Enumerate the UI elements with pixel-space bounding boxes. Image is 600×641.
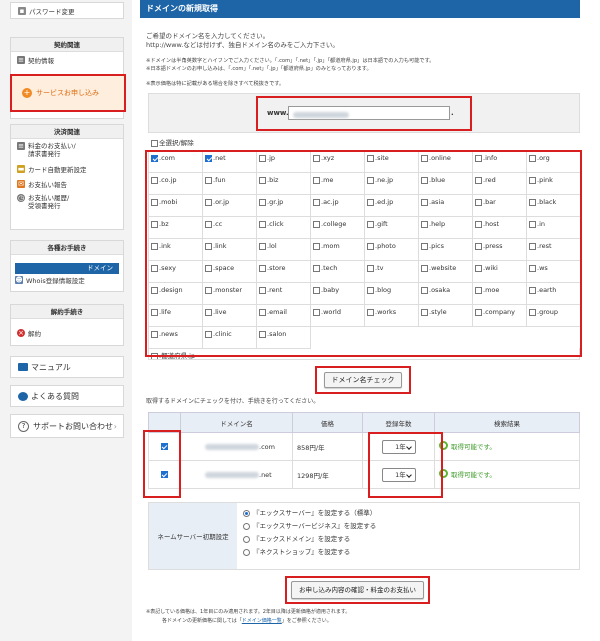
status-badge: 取得可能です。 — [439, 469, 496, 479]
sidebar-item-password-change[interactable]: ▪ パスワード変更 — [10, 2, 124, 19]
instruction-text: 取得するドメインにチェックを付け、手続きを行ってください。 — [146, 398, 320, 405]
nameserver-label: ネームサーバー初期設定 — [149, 503, 237, 569]
domain-cell: .com — [180, 432, 293, 461]
sidebar-item-service-apply[interactable]: + サービスお申し込み — [10, 74, 126, 112]
option-label: 『ネクストショップ』を設定する — [253, 548, 351, 556]
users-icon: ☻ — [15, 276, 23, 284]
redacted-text — [293, 112, 349, 118]
radio-button[interactable] — [243, 522, 250, 530]
note-1: ※ドメインは半角英数字とハイフンでご入力ください。「.com」「.net」「.j… — [146, 58, 435, 64]
sidebar-item-domain[interactable]: ドメイン — [15, 263, 119, 274]
invoice-icon: ≡ — [17, 142, 25, 150]
nameserver-panel: ネームサーバー初期設定 『エックスサーバー』を設定する（標準） 『エックスサーバー… — [148, 502, 580, 570]
price-cell: 1298円/年 — [292, 460, 363, 489]
domain-check-button[interactable]: ドメイン名チェック — [324, 372, 402, 388]
sidebar-item-payment-report[interactable]: ✉ お支払い報告 — [11, 176, 123, 191]
book-icon — [18, 363, 28, 371]
plus-icon: + — [22, 88, 32, 98]
footnote-1: ※表記している価格は、1年目にのみ適用されます。2年目以降は更新価格が適用されま… — [146, 609, 351, 615]
cancel-box: 解約手続き × 解約 — [10, 304, 124, 346]
sidebar: ▪ パスワード変更 契約関連 ≡ 契約情報 + サービスお申し込み 決済関連 ≡… — [0, 0, 132, 641]
nameserver-option[interactable]: 『エックスサーバービジネス』を設定する — [237, 520, 376, 533]
redacted-text — [205, 471, 259, 478]
price-cell: 858円/年 — [292, 432, 363, 461]
sidebar-item-cancel[interactable]: × 解約 — [11, 325, 123, 340]
tld-highlight — [145, 150, 582, 357]
price-list-link[interactable]: ドメイン価格一覧 — [242, 618, 282, 624]
note-2: ※日本語ドメインのお申し込みは、「.com」「.net」「.jp」「都道府県.j… — [146, 66, 372, 72]
select-all-toggle[interactable]: 全選択/解除 — [151, 137, 194, 147]
nameserver-options: 『エックスサーバー』を設定する（標準） 『エックスサーバービジネス』を設定する 『エ… — [237, 507, 376, 559]
main-content: ドメインの新規取得 ご希望のドメイン名を入力してください。 http://www… — [140, 0, 582, 641]
years-highlight — [368, 432, 443, 498]
page-title: ドメインの新規取得 — [140, 0, 580, 18]
col-domain: ドメイン名 — [180, 412, 293, 433]
col-price: 価格 — [292, 412, 363, 433]
option-label: 『エックスドメイン』を設定する — [253, 535, 351, 543]
payment-box: 決済関連 ≡ 料金のお支払い/ 請求書発行 ▬ カード自動更新設定 ✉ お支払い… — [10, 124, 124, 230]
report-icon: ✉ — [17, 179, 25, 188]
lock-icon: ▪ — [18, 6, 26, 15]
sidebar-item-contract-info[interactable]: ≡ 契約情報 — [11, 52, 123, 67]
submit-payment-button[interactable]: お申し込み内容の確認・料金のお支払い — [291, 581, 424, 599]
chevron-right-icon: › — [113, 421, 117, 431]
domain-name-input[interactable] — [288, 106, 450, 120]
radio-button[interactable] — [243, 535, 250, 543]
procedures-header: 各種お手続き — [11, 241, 123, 255]
domain-cell: .net — [180, 460, 293, 489]
note-3: ※表示価格は特に記載がある場合を除きすべて税抜きです。 — [146, 81, 285, 87]
table-row: .com 858円/年 1年 取得可能です。 — [148, 432, 580, 461]
sidebar-item-fee-payment[interactable]: ≡ 料金のお支払い/ 請求書発行 — [11, 139, 123, 161]
contract-header: 契約関連 — [11, 38, 123, 52]
clock-icon: ◷ — [17, 194, 25, 202]
select-all-checkbox[interactable] — [151, 139, 158, 147]
www-prefix: www. — [267, 109, 289, 117]
nameserver-option[interactable]: 『ネクストショップ』を設定する — [237, 546, 376, 559]
redacted-text — [205, 443, 259, 450]
option-label: 『エックスサーバー』を設定する（標準） — [253, 509, 377, 517]
col-result: 検索結果 — [434, 412, 580, 433]
option-label: 『エックスサーバービジネス』を設定する — [253, 522, 377, 530]
nameserver-option[interactable]: 『エックスサーバー』を設定する（標準） — [237, 507, 376, 520]
payment-header: 決済関連 — [11, 125, 123, 139]
status-badge: 取得可能です。 — [439, 441, 496, 451]
intro-line-2: http://www.などは付けず、独自ドメイン名のみをご入力下さい。 — [146, 41, 339, 49]
document-icon: ≡ — [17, 55, 25, 64]
results-table: ドメイン名 価格 登録年数 検索結果 .com 858円/年 1年 取得可能です… — [148, 412, 580, 489]
sidebar-item-faq[interactable]: よくある質問 — [10, 385, 124, 407]
radio-button[interactable] — [243, 548, 250, 556]
sidebar-item-manual[interactable]: マニュアル — [10, 356, 124, 378]
checkbox-highlight — [143, 430, 181, 498]
procedures-box: 各種お手続き ドメイン ☻ Whois登録情報設定 — [10, 240, 124, 292]
col-years: 登録年数 — [362, 412, 435, 433]
radio-button[interactable] — [243, 509, 250, 517]
dot-separator: . — [451, 109, 454, 117]
speech-bubble-icon — [18, 391, 28, 401]
sidebar-item-support[interactable]: ? サポートお問い合わせ › — [10, 414, 124, 438]
sidebar-item-whois[interactable]: ☻ Whois登録情報設定 — [11, 274, 123, 286]
nameserver-option[interactable]: 『エックスドメイン』を設定する — [237, 533, 376, 546]
cancel-header: 解約手続き — [11, 305, 123, 319]
sidebar-item-card-auto[interactable]: ▬ カード自動更新設定 — [11, 161, 123, 176]
footnote-2: 各ドメインの更新価格に関しては「ドメイン価格一覧」をご参照ください。 — [162, 618, 332, 624]
cancel-icon: × — [17, 328, 25, 337]
question-icon: ? — [18, 420, 29, 432]
table-row: .net 1298円/年 1年 取得可能です。 — [148, 460, 580, 489]
credit-card-icon: ▬ — [17, 164, 25, 173]
sidebar-item-payment-history[interactable]: ◷ お支払い履歴/ 受領書発行 — [11, 191, 123, 213]
